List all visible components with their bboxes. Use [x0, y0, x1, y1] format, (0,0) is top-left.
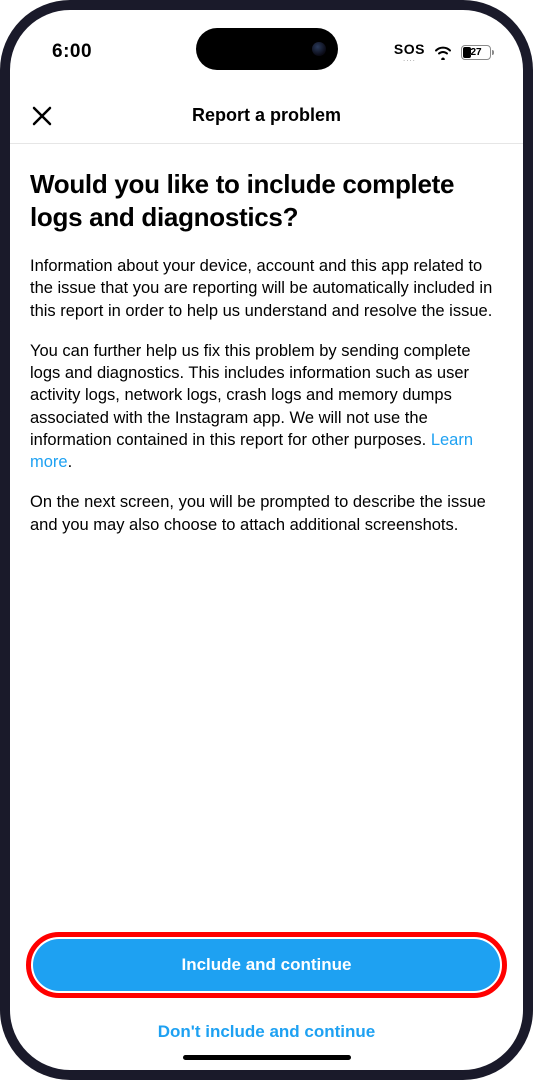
heading: Would you like to include complete logs …	[30, 168, 503, 233]
camera-lens	[312, 42, 326, 56]
phone-frame: 6:00 SOS .... 27	[0, 0, 533, 1080]
sos-indicator: SOS ....	[394, 42, 425, 63]
volume-down-button	[0, 345, 1, 413]
close-icon	[31, 105, 53, 127]
content: Would you like to include complete logs …	[10, 144, 523, 932]
home-indicator[interactable]	[183, 1055, 351, 1060]
highlight-annotation: Include and continue	[26, 932, 507, 998]
battery-icon: 27	[461, 45, 491, 60]
status-time: 6:00	[52, 41, 92, 63]
paragraph-2-text: You can further help us fix this problem…	[30, 342, 471, 449]
nav-header: Report a problem	[10, 88, 523, 144]
wifi-icon	[433, 45, 453, 60]
paragraph-3: On the next screen, you will be prompted…	[30, 491, 503, 536]
include-and-continue-button[interactable]: Include and continue	[33, 939, 500, 991]
battery-percent: 27	[462, 46, 490, 59]
volume-up-button	[0, 255, 1, 323]
dont-include-and-continue-button[interactable]: Don't include and continue	[26, 1012, 507, 1052]
paragraph-1: Information about your device, account a…	[30, 255, 503, 322]
close-button[interactable]	[26, 100, 58, 132]
dynamic-island	[196, 28, 338, 70]
paragraph-2: You can further help us fix this problem…	[30, 340, 503, 474]
status-indicators: SOS .... 27	[394, 42, 491, 63]
screen: 6:00 SOS .... 27	[10, 10, 523, 1070]
side-button	[0, 175, 1, 213]
page-title: Report a problem	[192, 105, 341, 126]
paragraph-2-suffix: .	[68, 453, 73, 471]
button-area: Include and continue Don't include and c…	[10, 932, 523, 1070]
